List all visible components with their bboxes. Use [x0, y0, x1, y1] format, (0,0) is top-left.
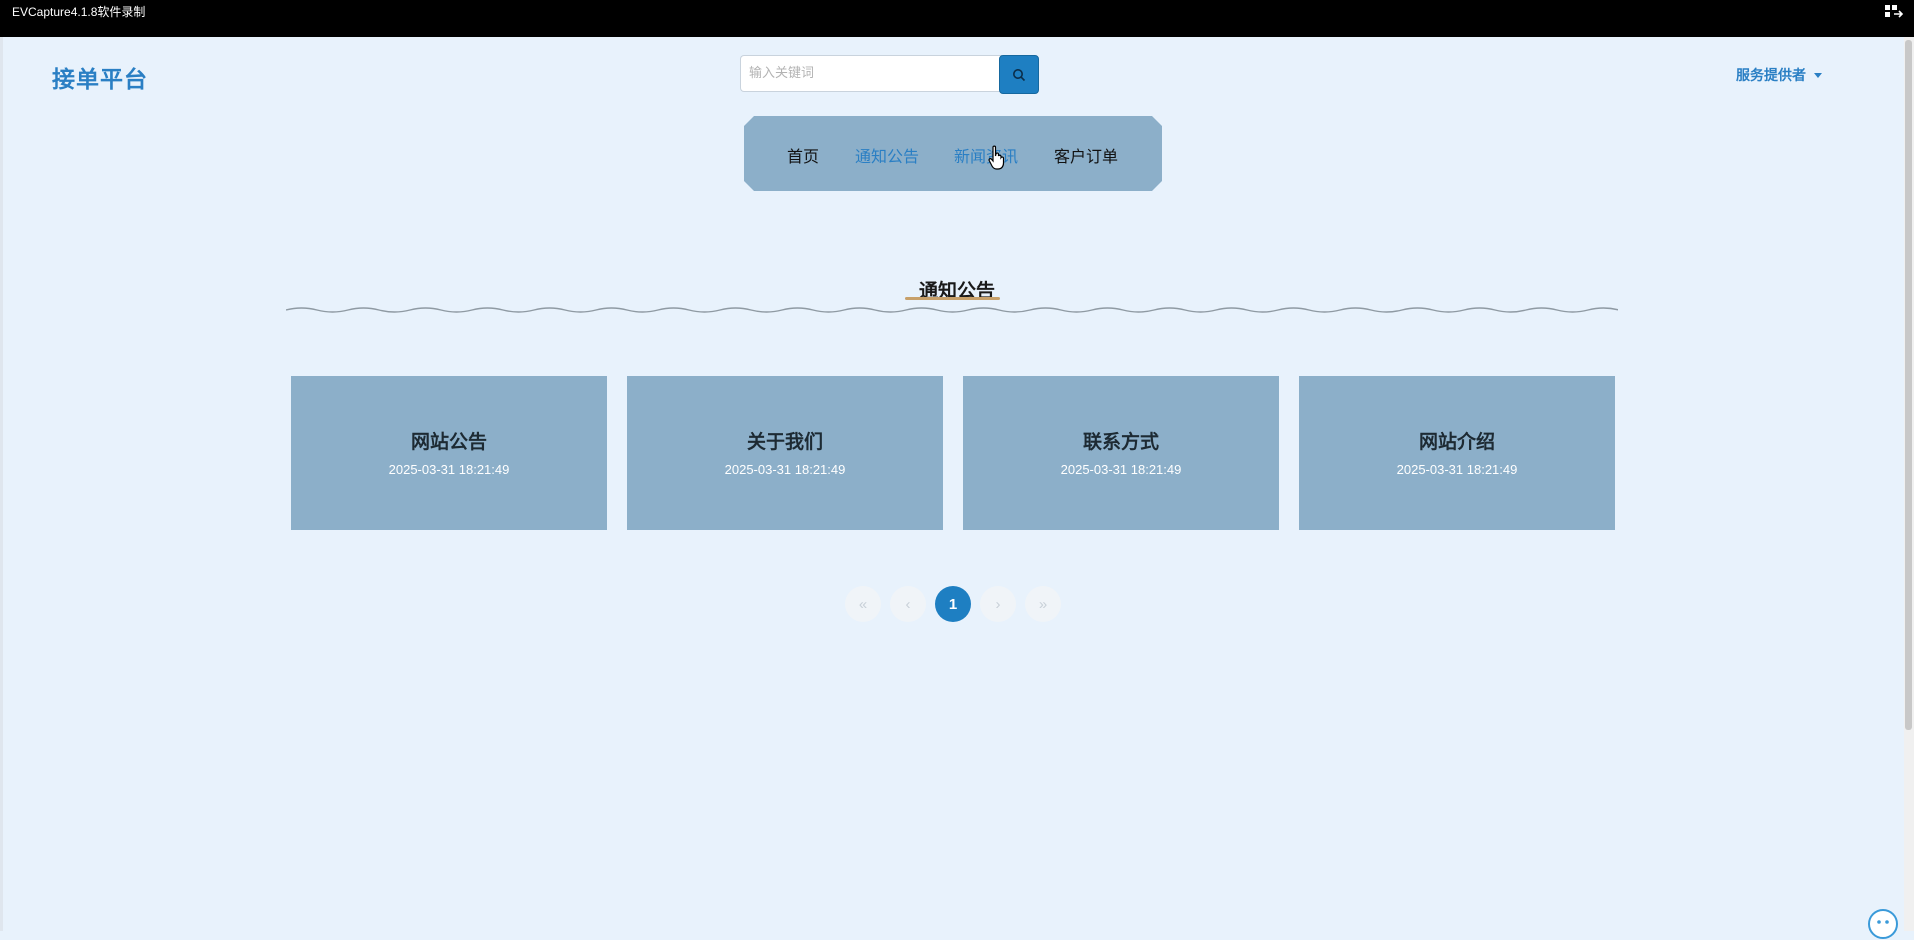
- card-date: 2025-03-31 18:21:49: [724, 462, 846, 477]
- search-button[interactable]: [999, 55, 1039, 94]
- nav-item-news[interactable]: 新闻资讯: [954, 143, 1018, 167]
- notice-card[interactable]: 联系方式 2025-03-31 18:21:49: [963, 376, 1279, 530]
- search-bar: [740, 55, 1039, 94]
- card-title: 网站公告: [410, 431, 487, 453]
- site-logo[interactable]: 接单平台: [52, 60, 148, 94]
- wave-divider: [286, 307, 1618, 313]
- pagination-prev-button[interactable]: ‹: [890, 586, 926, 622]
- pagination-page-1[interactable]: 1: [935, 586, 971, 622]
- pagination-first-button[interactable]: «: [845, 586, 881, 622]
- card-date: 2025-03-31 18:21:49: [388, 462, 510, 477]
- pagination-last-button[interactable]: »: [1025, 586, 1061, 622]
- notice-card[interactable]: 网站公告 2025-03-31 18:21:49: [291, 376, 607, 530]
- scrollbar-thumb[interactable]: [1905, 40, 1912, 730]
- recorder-title: EVCapture4.1.8软件录制: [12, 5, 146, 19]
- pagination-next-button[interactable]: ›: [980, 586, 1016, 622]
- chat-bot-icon[interactable]: [1867, 908, 1899, 940]
- card-date: 2025-03-31 18:21:49: [1060, 462, 1182, 477]
- main-nav: 首页 通知公告 新闻资讯 客户订单: [744, 116, 1162, 191]
- search-input[interactable]: [740, 55, 1002, 92]
- card-date: 2025-03-31 18:21:49: [1396, 462, 1518, 477]
- recorder-menu-icon[interactable]: [1884, 3, 1904, 19]
- nav-item-orders[interactable]: 客户订单: [1054, 143, 1118, 167]
- nav-item-notices[interactable]: 通知公告: [855, 143, 919, 167]
- chevron-down-icon: [1814, 72, 1822, 78]
- user-role-label: 服务提供者: [1736, 68, 1806, 84]
- recorder-title-bar: EVCapture4.1.8软件录制: [0, 0, 1914, 37]
- notice-card[interactable]: 关于我们 2025-03-31 18:21:49: [627, 376, 943, 530]
- card-title: 联系方式: [1082, 431, 1159, 453]
- hand-cursor-icon: [988, 145, 1005, 170]
- card-title: 关于我们: [746, 431, 823, 453]
- window-left-border: [0, 37, 3, 931]
- card-title: 网站介绍: [1418, 431, 1495, 453]
- notice-card[interactable]: 网站介绍 2025-03-31 18:21:49: [1299, 376, 1615, 530]
- nav-item-home[interactable]: 首页: [787, 143, 819, 167]
- search-icon: [1013, 68, 1026, 81]
- user-role-dropdown[interactable]: 服务提供者: [1736, 65, 1822, 85]
